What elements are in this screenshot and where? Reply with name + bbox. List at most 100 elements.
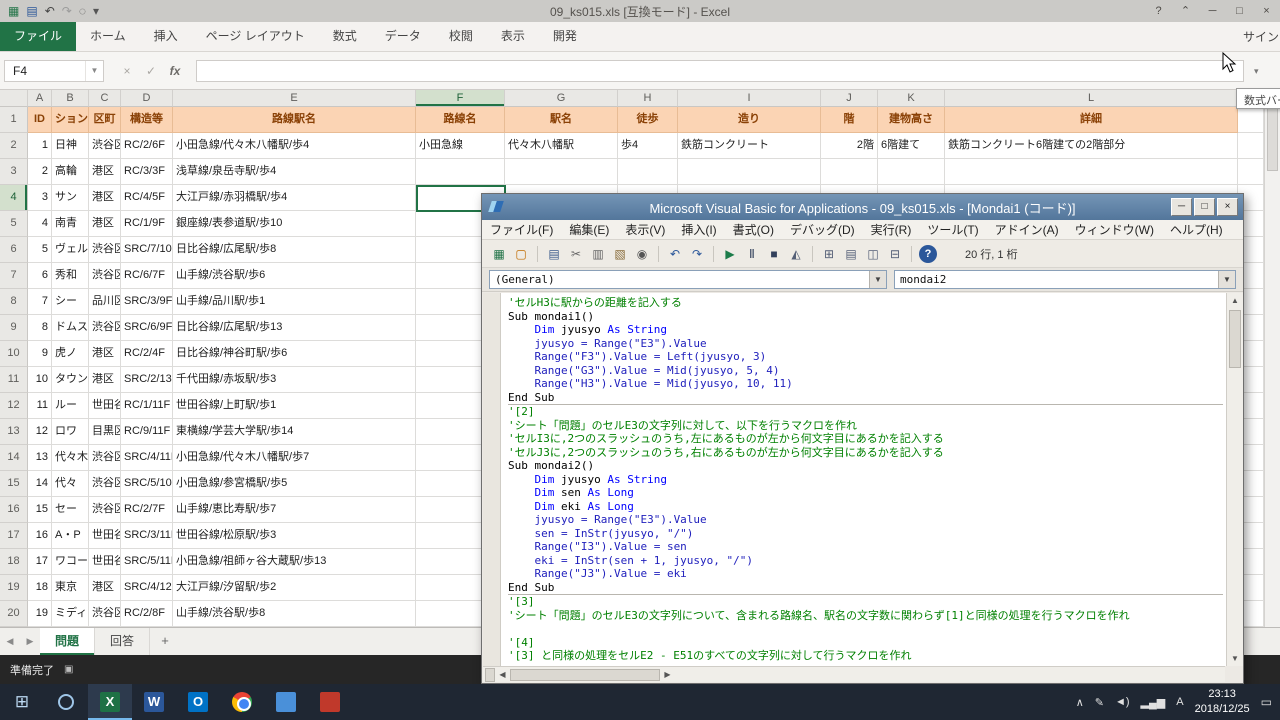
- cell-A19[interactable]: 18: [28, 575, 52, 601]
- cell-C17[interactable]: 世田谷区: [89, 523, 121, 549]
- cell-A7[interactable]: 6: [28, 263, 52, 289]
- taskbar-app-blue[interactable]: [264, 684, 308, 720]
- cell-D17[interactable]: SRC/3/11F: [121, 523, 173, 549]
- sheet-tab-回答[interactable]: 回答: [95, 628, 150, 655]
- cell-C4[interactable]: 港区: [89, 185, 121, 211]
- object-dropdown-arrow-icon[interactable]: ▼: [869, 271, 886, 288]
- taskbar-clock[interactable]: 23:13 2018/12/25: [1195, 687, 1250, 717]
- code-line[interactable]: 'セルH3に駅からの距離を記入する: [508, 296, 1223, 310]
- cell-A1[interactable]: ID: [28, 107, 52, 133]
- code-line[interactable]: End Sub: [508, 581, 1223, 595]
- ribbon-display-icon[interactable]: ⌃: [1172, 0, 1199, 22]
- name-box[interactable]: F4 ▼: [4, 60, 104, 82]
- cell-A4[interactable]: 3: [28, 185, 52, 211]
- sign-in-link[interactable]: サインイン: [1243, 22, 1280, 52]
- row-header-14[interactable]: 14: [0, 445, 28, 471]
- search-icon[interactable]: ◌: [79, 5, 86, 17]
- cell-A10[interactable]: 9: [28, 341, 52, 367]
- cell-A16[interactable]: 15: [28, 497, 52, 523]
- taskbar-excel[interactable]: X: [88, 684, 132, 720]
- code-line[interactable]: Sub mondai1(): [508, 310, 1223, 324]
- row-header-11[interactable]: 11: [0, 367, 28, 393]
- cell-H2[interactable]: 歩4: [618, 133, 678, 159]
- cell-C12[interactable]: 世田谷区: [89, 393, 121, 419]
- cell-B15[interactable]: 代々: [52, 471, 89, 497]
- row-header-7[interactable]: 7: [0, 263, 28, 289]
- scroll-right-icon[interactable]: ▶: [660, 670, 675, 679]
- code-line[interactable]: '[4]: [508, 636, 1223, 650]
- cell-D16[interactable]: RC/2/7F: [121, 497, 173, 523]
- code-line[interactable]: Range("I3").Value = sen: [508, 540, 1223, 554]
- project-explorer-icon[interactable]: ⊞: [820, 245, 838, 263]
- view-excel-icon[interactable]: ▦: [490, 245, 508, 263]
- restore-icon[interactable]: □: [1226, 0, 1253, 22]
- vertical-scrollbar[interactable]: ▲: [1264, 90, 1280, 627]
- cell-G2[interactable]: 代々木八幡駅: [505, 133, 618, 159]
- help-icon[interactable]: ?: [1145, 0, 1172, 22]
- scroll-up-icon[interactable]: ▲: [1227, 293, 1243, 308]
- cell-D12[interactable]: RC/1/11F: [121, 393, 173, 419]
- column-header-G[interactable]: G: [505, 90, 618, 107]
- action-center-icon[interactable]: ▭: [1261, 695, 1272, 709]
- vba-menu-アドイン(A)[interactable]: アドイン(A): [987, 221, 1067, 238]
- undo-icon[interactable]: ↶: [45, 5, 55, 17]
- column-header-A[interactable]: A: [28, 90, 52, 107]
- vba-close-icon[interactable]: ×: [1217, 198, 1238, 216]
- cell-A18[interactable]: 17: [28, 549, 52, 575]
- cell-B11[interactable]: タウン: [52, 367, 89, 393]
- paste-icon[interactable]: ▧: [611, 245, 629, 263]
- cell-C18[interactable]: 世田谷区: [89, 549, 121, 575]
- cell-B20[interactable]: ミディ: [52, 601, 89, 627]
- cut-icon[interactable]: ✂: [567, 245, 585, 263]
- select-all-button[interactable]: [0, 90, 28, 107]
- cell-D11[interactable]: SRC/2/13F: [121, 367, 173, 393]
- cell-C7[interactable]: 渋谷区: [89, 263, 121, 289]
- taskbar-outlook[interactable]: O: [176, 684, 220, 720]
- cell-E11[interactable]: 千代田線/赤坂駅/歩3: [173, 367, 416, 393]
- cell-L1[interactable]: 詳細: [945, 107, 1238, 133]
- cell-B7[interactable]: 秀和: [52, 263, 89, 289]
- row-header-8[interactable]: 8: [0, 289, 28, 315]
- cell-E4[interactable]: 大江戸線/赤羽橋駅/歩4: [173, 185, 416, 211]
- cell-E17[interactable]: 世田谷線/松原駅/歩3: [173, 523, 416, 549]
- ribbon-tab-ホーム[interactable]: ホーム: [76, 22, 140, 51]
- speaker-icon[interactable]: ◄): [1115, 696, 1130, 708]
- column-header-B[interactable]: B: [52, 90, 89, 107]
- cell-E1[interactable]: 路線駅名: [173, 107, 416, 133]
- row-header-20[interactable]: 20: [0, 601, 28, 627]
- vba-vertical-scrollbar[interactable]: ▲ ▼: [1226, 293, 1243, 666]
- cell-B8[interactable]: シー: [52, 289, 89, 315]
- help-icon[interactable]: ?: [919, 245, 937, 263]
- cell-B14[interactable]: 代々木: [52, 445, 89, 471]
- cell-A14[interactable]: 13: [28, 445, 52, 471]
- row-header-1[interactable]: 1: [0, 107, 28, 133]
- cell-E10[interactable]: 日比谷線/神谷町駅/歩6: [173, 341, 416, 367]
- cell-E12[interactable]: 世田谷線/上町駅/歩1: [173, 393, 416, 419]
- column-header-H[interactable]: H: [618, 90, 678, 107]
- sheet-nav-next-icon[interactable]: ▶: [20, 628, 40, 655]
- row-header-5[interactable]: 5: [0, 211, 28, 237]
- row-header-10[interactable]: 10: [0, 341, 28, 367]
- cell-A13[interactable]: 12: [28, 419, 52, 445]
- cell-B5[interactable]: 南青: [52, 211, 89, 237]
- formula-input[interactable]: [196, 60, 1244, 82]
- cell-B6[interactable]: ヴェル: [52, 237, 89, 263]
- cell-A11[interactable]: 10: [28, 367, 52, 393]
- vba-menu-ヘルプ(H)[interactable]: ヘルプ(H): [1162, 221, 1231, 238]
- cell-A9[interactable]: 8: [28, 315, 52, 341]
- cell-E15[interactable]: 小田急線/参宮橋駅/歩5: [173, 471, 416, 497]
- code-line[interactable]: Dim sen As Long: [508, 486, 1223, 500]
- vba-menu-ツール(T)[interactable]: ツール(T): [919, 221, 986, 238]
- cell-E8[interactable]: 山手線/品川駅/歩1: [173, 289, 416, 315]
- scrollbar-thumb[interactable]: [1267, 101, 1278, 171]
- cell-K2[interactable]: 6階建て: [878, 133, 945, 159]
- cell-L3[interactable]: [945, 159, 1238, 185]
- code-line[interactable]: jyusyo = Range("E3").Value: [508, 513, 1223, 527]
- properties-icon[interactable]: ▤: [842, 245, 860, 263]
- code-line[interactable]: Range("H3").Value = Mid(jyusyo, 10, 11): [508, 377, 1223, 391]
- cell-J1[interactable]: 階: [821, 107, 878, 133]
- code-line[interactable]: eki = InStr(sen + 1, jyusyo, "/"): [508, 554, 1223, 568]
- code-line[interactable]: '[3]: [508, 594, 1223, 609]
- cell-A3[interactable]: 2: [28, 159, 52, 185]
- cell-J3[interactable]: [821, 159, 878, 185]
